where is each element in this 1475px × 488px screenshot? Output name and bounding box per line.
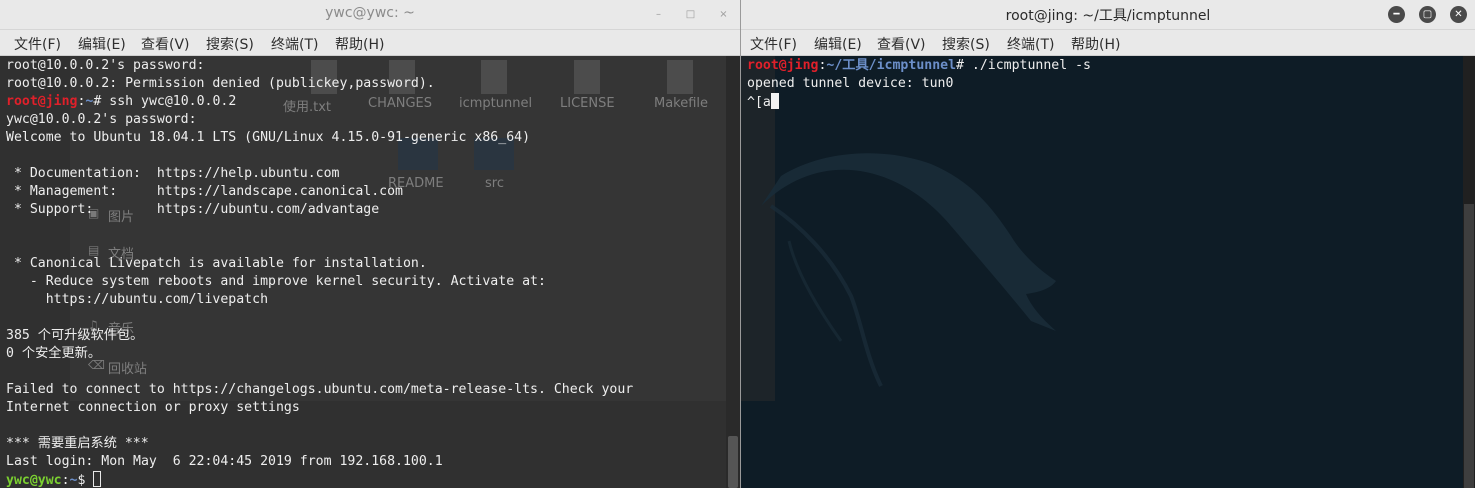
terminal-line: * Support: https://ubuntu.com/advantage​ — [6, 201, 633, 219]
terminal-line: Internet connection or proxy settings​ — [6, 399, 633, 417]
output-text: * Support: https://ubuntu.com/advantage — [6, 202, 380, 217]
left-menu-file[interactable]: 文件(F) — [14, 34, 61, 54]
prompt-user-host: root@jing — [6, 94, 78, 109]
left-terminal-area[interactable]: 使用.txt CHANGES icmptunnel LICENSE Makefi… — [0, 56, 726, 488]
output-text: 0 个安全更新。 — [6, 346, 102, 361]
output-text: * Canonical Livepatch is available for i… — [6, 256, 427, 271]
terminal-line: ​ — [6, 363, 633, 381]
command-text: ssh ywc@10.0.0.2 — [101, 94, 237, 109]
left-terminal-output: root@10.0.0.2's password:​root@10.0.0.2:… — [6, 57, 633, 488]
terminal-line: root@jing:~# ssh ywc@10.0.0.2​ — [6, 93, 633, 111]
output-text: Internet connection or proxy settings — [6, 400, 300, 415]
text-cursor — [770, 93, 779, 109]
left-minimize-button[interactable]: – — [651, 7, 666, 22]
terminal-line: - Reduce system reboots and improve kern… — [6, 273, 633, 291]
right-titlebar[interactable]: root@jing: ~/工具/icmptunnel ━ ▢ ✕ — [741, 0, 1475, 30]
terminal-line: * Canonical Livepatch is available for i… — [6, 255, 633, 273]
right-menu-search[interactable]: 搜索(S) — [942, 34, 990, 54]
terminal-line: ​ — [6, 147, 633, 165]
output-text: Last login: Mon May 6 22:04:45 2019 from… — [6, 454, 443, 469]
terminal-line: ​ — [6, 237, 633, 255]
right-maximize-button[interactable]: ▢ — [1419, 6, 1436, 23]
terminal-line: *** 需要重启系统 ***​ — [6, 435, 633, 453]
right-menu-edit[interactable]: 编辑(E) — [814, 34, 862, 54]
terminal-line: root@jing:~/工具/icmptunnel# ./icmptunnel … — [747, 57, 1091, 75]
left-terminal-window[interactable]: ywc@ywc: ~ – □ × 文件(F) 编辑(E) 查看(V) 搜索(S)… — [0, 0, 740, 488]
output-text: *** 需要重启系统 *** — [6, 436, 149, 451]
terminal-line: ​ — [6, 219, 633, 237]
output-text: root@10.0.0.2's password: — [6, 58, 205, 73]
output-text: ^[a — [747, 95, 771, 110]
command-text — [85, 473, 93, 488]
terminal-line: Failed to connect to https://changelogs.… — [6, 381, 633, 399]
right-scrollbar[interactable] — [1463, 56, 1475, 488]
prompt-user-host: ywc@ywc — [6, 473, 62, 488]
left-menu-view[interactable]: 查看(V) — [141, 34, 190, 54]
left-window-title: ywc@ywc: ~ — [325, 5, 415, 21]
terminal-line: * Documentation: https://help.ubuntu.com… — [6, 165, 633, 183]
output-text: 385 个可升级软件包。 — [6, 328, 144, 343]
terminal-line: 0 个安全更新。​ — [6, 345, 633, 363]
left-scrollbar[interactable] — [726, 56, 740, 488]
right-menu-file[interactable]: 文件(F) — [750, 34, 797, 54]
left-menu-terminal[interactable]: 终端(T) — [271, 34, 318, 54]
prompt-path: ~/工具/icmptunnel — [826, 58, 957, 73]
right-menu-view[interactable]: 查看(V) — [877, 34, 926, 54]
kali-dragon-wallpaper — [761, 153, 1056, 387]
right-minimize-button[interactable]: ━ — [1388, 6, 1405, 23]
terminal-line: 385 个可升级软件包。​ — [6, 327, 633, 345]
right-terminal-window[interactable]: root@jing: ~/工具/icmptunnel ━ ▢ ✕ 文件(F) 编… — [741, 0, 1475, 488]
terminal-line: * Management: https://landscape.canonica… — [6, 183, 633, 201]
right-menu-help[interactable]: 帮助(H) — [1071, 34, 1120, 54]
output-text: Welcome to Ubuntu 18.04.1 LTS (GNU/Linux… — [6, 130, 531, 145]
text-cursor — [93, 471, 102, 487]
right-scrollbar-thumb[interactable] — [1464, 204, 1474, 488]
prompt-symbol: # — [956, 58, 964, 73]
terminal-line: root@10.0.0.2's password:​ — [6, 57, 633, 75]
background-file-label: Makefile — [654, 96, 709, 111]
output-text: * Documentation: https://help.ubuntu.com — [6, 166, 340, 181]
left-maximize-button[interactable]: □ — [683, 7, 698, 22]
terminal-line: ​ — [6, 309, 633, 327]
gear-file-icon — [667, 60, 693, 94]
output-text: ywc@10.0.0.2's password: — [6, 112, 197, 127]
terminal-line: https://ubuntu.com/livepatch​ — [6, 291, 633, 309]
left-menu-edit[interactable]: 编辑(E) — [78, 34, 126, 54]
right-menubar: 文件(F) 编辑(E) 查看(V) 搜索(S) 终端(T) 帮助(H) — [741, 30, 1475, 56]
terminal-line: ywc@10.0.0.2's password:​ — [6, 111, 633, 129]
command-text: ./icmptunnel -s — [963, 58, 1092, 73]
output-text: * Management: https://landscape.canonica… — [6, 184, 403, 199]
terminal-line: Welcome to Ubuntu 18.04.1 LTS (GNU/Linux… — [6, 129, 633, 147]
left-menubar: 文件(F) 编辑(E) 查看(V) 搜索(S) 终端(T) 帮助(H) — [0, 30, 740, 56]
terminal-line: Last login: Mon May 6 22:04:45 2019 from… — [6, 453, 633, 471]
output-text: - Reduce system reboots and improve kern… — [6, 274, 546, 289]
prompt-user-host: root@jing — [747, 58, 819, 73]
right-close-button[interactable]: ✕ — [1450, 6, 1467, 23]
output-text: root@10.0.0.2: Permission denied (public… — [6, 76, 435, 91]
terminal-line: opened tunnel device: tun0​ — [747, 75, 1091, 93]
terminal-line: root@10.0.0.2: Permission denied (public… — [6, 75, 633, 93]
left-titlebar[interactable]: ywc@ywc: ~ – □ × — [0, 0, 740, 30]
right-terminal-area[interactable]: root@jing:~/工具/icmptunnel# ./icmptunnel … — [741, 56, 1463, 488]
terminal-line: ^[a​ — [747, 93, 1091, 112]
right-menu-terminal[interactable]: 终端(T) — [1007, 34, 1054, 54]
left-menu-help[interactable]: 帮助(H) — [335, 34, 384, 54]
terminal-line: ywc@ywc:~$ ​ — [6, 471, 633, 488]
prompt-separator: : — [61, 473, 70, 488]
left-scrollbar-thumb[interactable] — [728, 436, 738, 488]
left-close-button[interactable]: × — [716, 7, 731, 22]
right-window-title: root@jing: ~/工具/icmptunnel — [1005, 8, 1211, 24]
output-text: Failed to connect to https://changelogs.… — [6, 382, 634, 397]
terminal-line: ​ — [6, 417, 633, 435]
right-terminal-output: root@jing:~/工具/icmptunnel# ./icmptunnel … — [747, 57, 1091, 112]
left-menu-search[interactable]: 搜索(S) — [206, 34, 254, 54]
output-text: https://ubuntu.com/livepatch — [6, 292, 269, 307]
output-text: opened tunnel device: tun0 — [747, 76, 954, 91]
